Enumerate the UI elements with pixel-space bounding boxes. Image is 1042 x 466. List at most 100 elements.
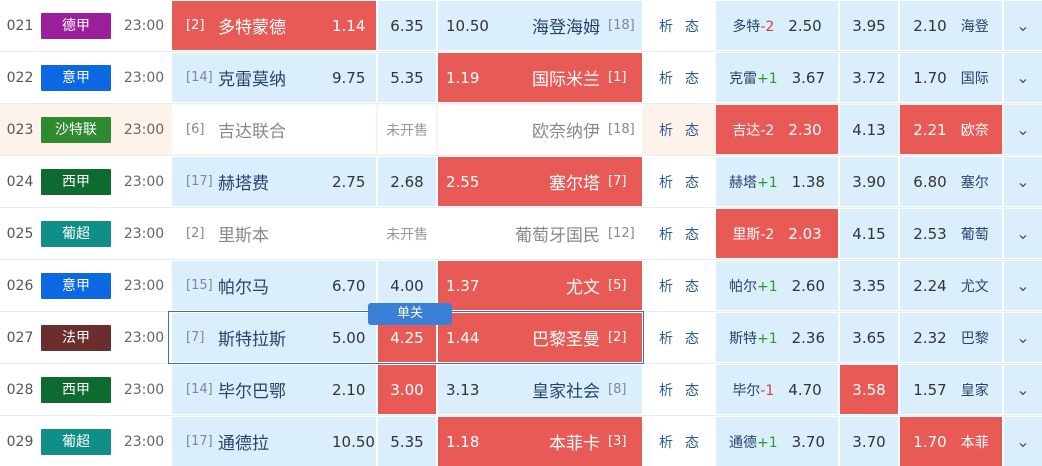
handicap-home-button[interactable]: 帕尔+1 2.60 (716, 261, 838, 310)
handicap-value: -2 (760, 226, 775, 243)
state-link[interactable]: 态 (685, 276, 699, 296)
league-tag[interactable]: 葡超 (40, 208, 112, 259)
league-tag[interactable]: 西甲 (40, 364, 112, 415)
analysis-link[interactable]: 析 (659, 432, 673, 452)
handicap-home-button[interactable]: 克雷+1 3.67 (716, 53, 838, 102)
handicap-away-button[interactable]: 1.70 本菲 (900, 417, 1002, 466)
away-win-odds-button[interactable]: 1.18 本菲卡 [3] (438, 417, 642, 466)
analysis-link[interactable]: 析 (659, 68, 673, 88)
match-number: 024 (6, 173, 34, 190)
away-win-odds-button[interactable]: 1.44 巴黎圣曼 [2] (438, 313, 642, 362)
handicap-home-odds: 4.70 (788, 380, 822, 399)
chevron-down-icon[interactable]: ⌄ (1004, 313, 1042, 362)
handicap-draw-button[interactable]: 3.35 (840, 261, 898, 310)
draw-odds-button[interactable]: 5.35 (378, 417, 436, 466)
chevron-down-icon[interactable]: ⌄ (1004, 261, 1042, 310)
analysis-link[interactable]: 析 (659, 120, 673, 140)
state-link[interactable]: 态 (685, 224, 699, 244)
home-win-odds-button[interactable]: [14] 克雷莫纳 9.75 (172, 53, 376, 102)
chevron-down-icon[interactable]: ⌄ (1004, 1, 1042, 50)
state-link[interactable]: 态 (685, 172, 699, 192)
handicap-home-name: 赫塔 (728, 174, 757, 191)
away-win-odds-button[interactable]: 10.50 海登海姆 [18] (438, 1, 642, 50)
league-tag[interactable]: 沙特联 (40, 104, 112, 155)
handicap-home-button[interactable]: 里斯-2 2.03 (716, 209, 838, 258)
state-link[interactable]: 态 (685, 16, 699, 36)
analysis-link[interactable]: 析 (659, 224, 673, 244)
chevron-down-icon[interactable]: ⌄ (1004, 157, 1042, 206)
home-win-odds-button[interactable]: [2] 多特蒙德 1.14 (172, 1, 376, 50)
analysis-link[interactable]: 析 (659, 276, 673, 296)
handicap-draw-button[interactable]: 4.15 (840, 209, 898, 258)
away-team-name: 本菲卡 (549, 434, 600, 454)
league-tag[interactable]: 德甲 (40, 0, 112, 51)
home-win-odds-button[interactable]: [15] 帕尔马 6.70 (172, 261, 376, 310)
handicap-home-odds: 2.30 (788, 120, 822, 139)
chevron-down-icon[interactable]: ⌄ (1004, 105, 1042, 154)
away-win-odds-button[interactable]: 3.13 皇家社会 [8] (438, 365, 642, 414)
handicap-draw-button[interactable]: 3.90 (840, 157, 898, 206)
draw-odds-button[interactable]: 3.00 (378, 365, 436, 414)
handicap-home-button[interactable]: 通德+1 3.70 (716, 417, 838, 466)
chevron-down-icon[interactable]: ⌄ (1004, 365, 1042, 414)
state-link[interactable]: 态 (685, 68, 699, 88)
analysis-link[interactable]: 析 (659, 328, 673, 348)
analysis-link[interactable]: 析 (659, 16, 673, 36)
home-win-odds-button[interactable]: [14] 毕尔巴鄂 2.10 (172, 365, 376, 414)
not-on-sale-label: 未开售 (378, 209, 436, 258)
handicap-draw-button[interactable]: 3.72 (840, 53, 898, 102)
draw-odds-button[interactable]: 6.35 (378, 1, 436, 50)
handicap-away-button[interactable]: 2.24 尤文 (900, 261, 1002, 310)
league-tag[interactable]: 西甲 (40, 156, 112, 207)
analysis-links: 析 态 (644, 156, 714, 207)
match-time: 23:00 (123, 121, 165, 138)
handicap-draw-button[interactable]: 3.58 (840, 365, 898, 414)
match-time: 23:00 (123, 173, 165, 190)
handicap-away-button[interactable]: 2.10 海登 (900, 1, 1002, 50)
handicap-away-button[interactable]: 2.53 葡萄 (900, 209, 1002, 258)
league-tag[interactable]: 葡超 (40, 416, 112, 466)
away-win-odds-button[interactable]: 2.55 塞尔塔 [7] (438, 157, 642, 206)
handicap-away-button[interactable]: 6.80 塞尔 (900, 157, 1002, 206)
handicap-away-name: 皇家 (960, 382, 989, 399)
chevron-down-icon[interactable]: ⌄ (1004, 53, 1042, 102)
draw-odds-button[interactable]: 2.68 (378, 157, 436, 206)
league-tag[interactable]: 法甲 (40, 312, 112, 363)
league-tag[interactable]: 意甲 (40, 52, 112, 103)
handicap-home-button[interactable]: 赫塔+1 1.38 (716, 157, 838, 206)
home-win-odds-button: [2] 里斯本 (172, 209, 376, 258)
league-tag[interactable]: 意甲 (40, 260, 112, 311)
chevron-down-icon[interactable]: ⌄ (1004, 417, 1042, 466)
state-link[interactable]: 态 (685, 120, 699, 140)
handicap-home-button[interactable]: 多特-2 2.50 (716, 1, 838, 50)
state-link[interactable]: 态 (685, 380, 699, 400)
handicap-home-button[interactable]: 毕尔-1 4.70 (716, 365, 838, 414)
home-win-odds-button[interactable]: [17] 通德拉 10.50 (172, 417, 376, 466)
home-team-name: 多特蒙德 (218, 18, 286, 38)
away-rank: [3] (608, 434, 627, 449)
handicap-draw-button[interactable]: 3.70 (840, 417, 898, 466)
handicap-home-button[interactable]: 斯特+1 2.36 (716, 313, 838, 362)
state-link[interactable]: 态 (685, 328, 699, 348)
handicap-home-button[interactable]: 吉达-2 2.30 (716, 105, 838, 154)
handicap-draw-button[interactable]: 3.65 (840, 313, 898, 362)
handicap-away-button[interactable]: 1.70 国际 (900, 53, 1002, 102)
handicap-away-button[interactable]: 2.32 巴黎 (900, 313, 1002, 362)
handicap-value: +1 (756, 278, 778, 295)
home-win-odds-button[interactable]: [7] 斯特拉斯 5.00 (172, 313, 376, 362)
chevron-down-icon[interactable]: ⌄ (1004, 209, 1042, 258)
handicap-away-button[interactable]: 1.57 皇家 (900, 365, 1002, 414)
analysis-link[interactable]: 析 (659, 380, 673, 400)
home-win-odds: 1.14 (332, 16, 366, 35)
state-link[interactable]: 态 (685, 432, 699, 452)
away-win-odds-button[interactable]: 1.19 国际米兰 [1] (438, 53, 642, 102)
away-win-odds-button[interactable]: 1.37 尤文 [5] (438, 261, 642, 310)
handicap-away-button[interactable]: 2.21 欧奈 (900, 105, 1002, 154)
home-win-odds: 10.50 (332, 432, 375, 451)
handicap-draw-button[interactable]: 4.13 (840, 105, 898, 154)
home-win-odds-button[interactable]: [17] 赫塔费 2.75 (172, 157, 376, 206)
analysis-link[interactable]: 析 (659, 172, 673, 192)
handicap-away-odds: 2.10 (913, 16, 947, 35)
handicap-draw-button[interactable]: 3.95 (840, 1, 898, 50)
draw-odds-button[interactable]: 5.35 (378, 53, 436, 102)
